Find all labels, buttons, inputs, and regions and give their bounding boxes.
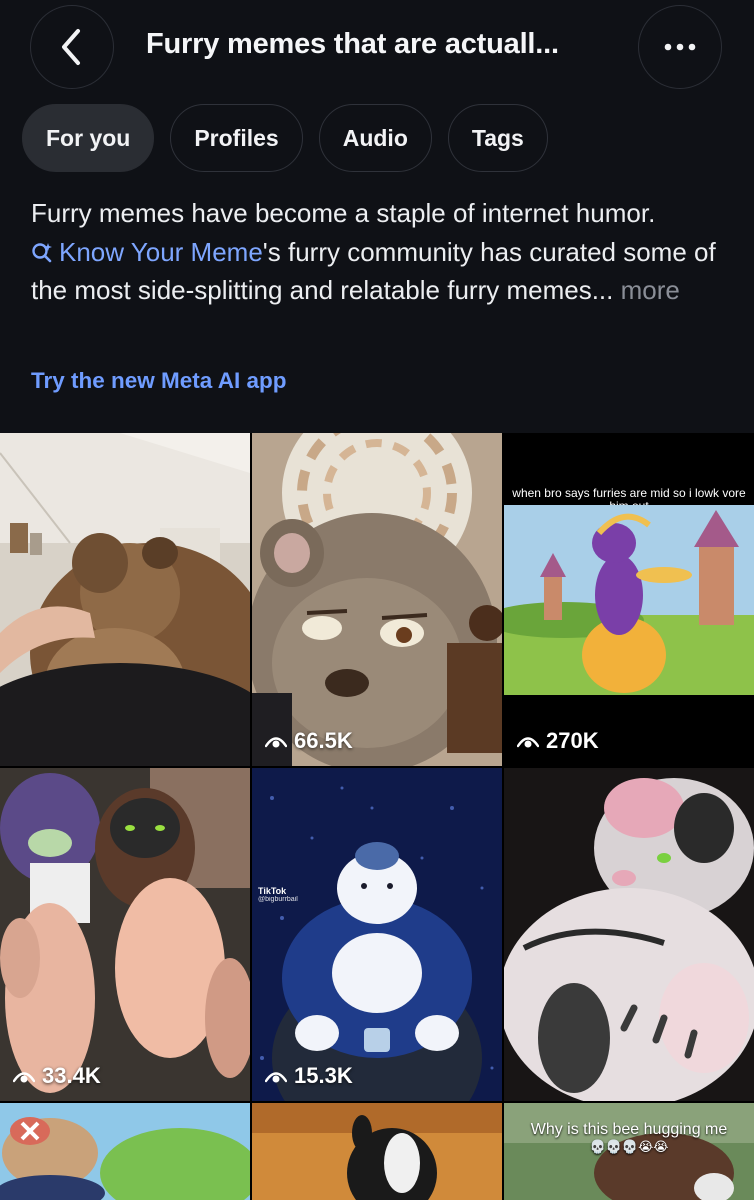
tiktok-watermark: TikTok @bigburrbail	[258, 886, 298, 903]
result-tile-5[interactable]: TikTok @bigburrbail 15.3K	[252, 768, 502, 1101]
view-count: 66.5K	[265, 728, 353, 754]
know-your-meme-label: Know Your Meme	[59, 236, 263, 267]
view-count-value: 270K	[546, 728, 599, 753]
eye-icon	[13, 1072, 35, 1083]
view-count-value: 66.5K	[294, 728, 353, 753]
result-tile-2[interactable]: 66.5K	[252, 433, 502, 766]
view-count-value: 33.4K	[42, 1063, 101, 1088]
chevron-left-icon	[62, 29, 80, 65]
result-tile-9[interactable]: Why is this bee hugging me 💀💀💀😭😭	[504, 1103, 754, 1200]
view-count-value: 15.3K	[294, 1063, 353, 1088]
caption-text: Why is this bee hugging me	[530, 1121, 728, 1138]
result-tile-8[interactable]	[252, 1103, 502, 1200]
result-tile-1[interactable]	[0, 433, 250, 766]
tab-tags[interactable]: Tags	[447, 104, 548, 172]
caption-emojis: 💀💀💀😭😭	[589, 1139, 669, 1154]
description-text: Furry memes have become a staple of inte…	[31, 198, 656, 228]
know-your-meme-link[interactable]: Know Your Meme	[31, 237, 263, 267]
back-button[interactable]	[30, 5, 114, 89]
result-tile-3[interactable]: when bro says furries are mid so i lowk …	[504, 433, 754, 766]
thumbnail-image	[0, 1103, 250, 1200]
tab-profiles[interactable]: Profiles	[170, 104, 303, 172]
thumbnail-caption: Why is this bee hugging me 💀💀💀😭😭	[504, 1121, 754, 1155]
thumbnail-image	[0, 768, 250, 1101]
eye-icon	[265, 1072, 287, 1083]
ellipsis-icon	[664, 43, 696, 51]
topic-description: Furry memes have become a staple of inte…	[31, 194, 731, 310]
thumbnail-image	[252, 768, 502, 1101]
view-count: 33.4K	[13, 1063, 101, 1089]
top-bar: Furry memes that are actuall...	[0, 0, 754, 100]
results-grid: 66.5K when bro says furries are mid so i…	[0, 433, 754, 1200]
tiktok-label: TikTok	[258, 886, 287, 896]
view-count: 270K	[517, 728, 599, 754]
result-tile-4[interactable]: 33.4K	[0, 768, 250, 1101]
result-tile-7[interactable]	[0, 1103, 250, 1200]
thumbnail-image	[504, 505, 754, 695]
thumbnail-image	[252, 1103, 502, 1200]
tab-audio[interactable]: Audio	[318, 104, 432, 172]
tab-for-you[interactable]: For you	[22, 104, 155, 172]
result-tile-6[interactable]	[504, 768, 754, 1101]
search-sparkle-icon	[32, 242, 52, 262]
meta-ai-app-link[interactable]: Try the new Meta AI app	[31, 368, 286, 394]
eye-icon	[517, 737, 539, 748]
tiktok-handle: @bigburrbail	[258, 896, 298, 903]
view-count: 15.3K	[265, 1063, 353, 1089]
thumbnail-image	[252, 433, 502, 766]
filter-tabs: For you Profiles Audio Tags	[22, 104, 548, 172]
thumbnail-image	[504, 768, 754, 1101]
eye-icon	[265, 737, 287, 748]
more-link[interactable]: more	[621, 275, 680, 305]
more-options-button[interactable]	[638, 5, 722, 89]
page-title: Furry memes that are actuall...	[146, 28, 559, 60]
thumbnail-image	[0, 433, 250, 766]
